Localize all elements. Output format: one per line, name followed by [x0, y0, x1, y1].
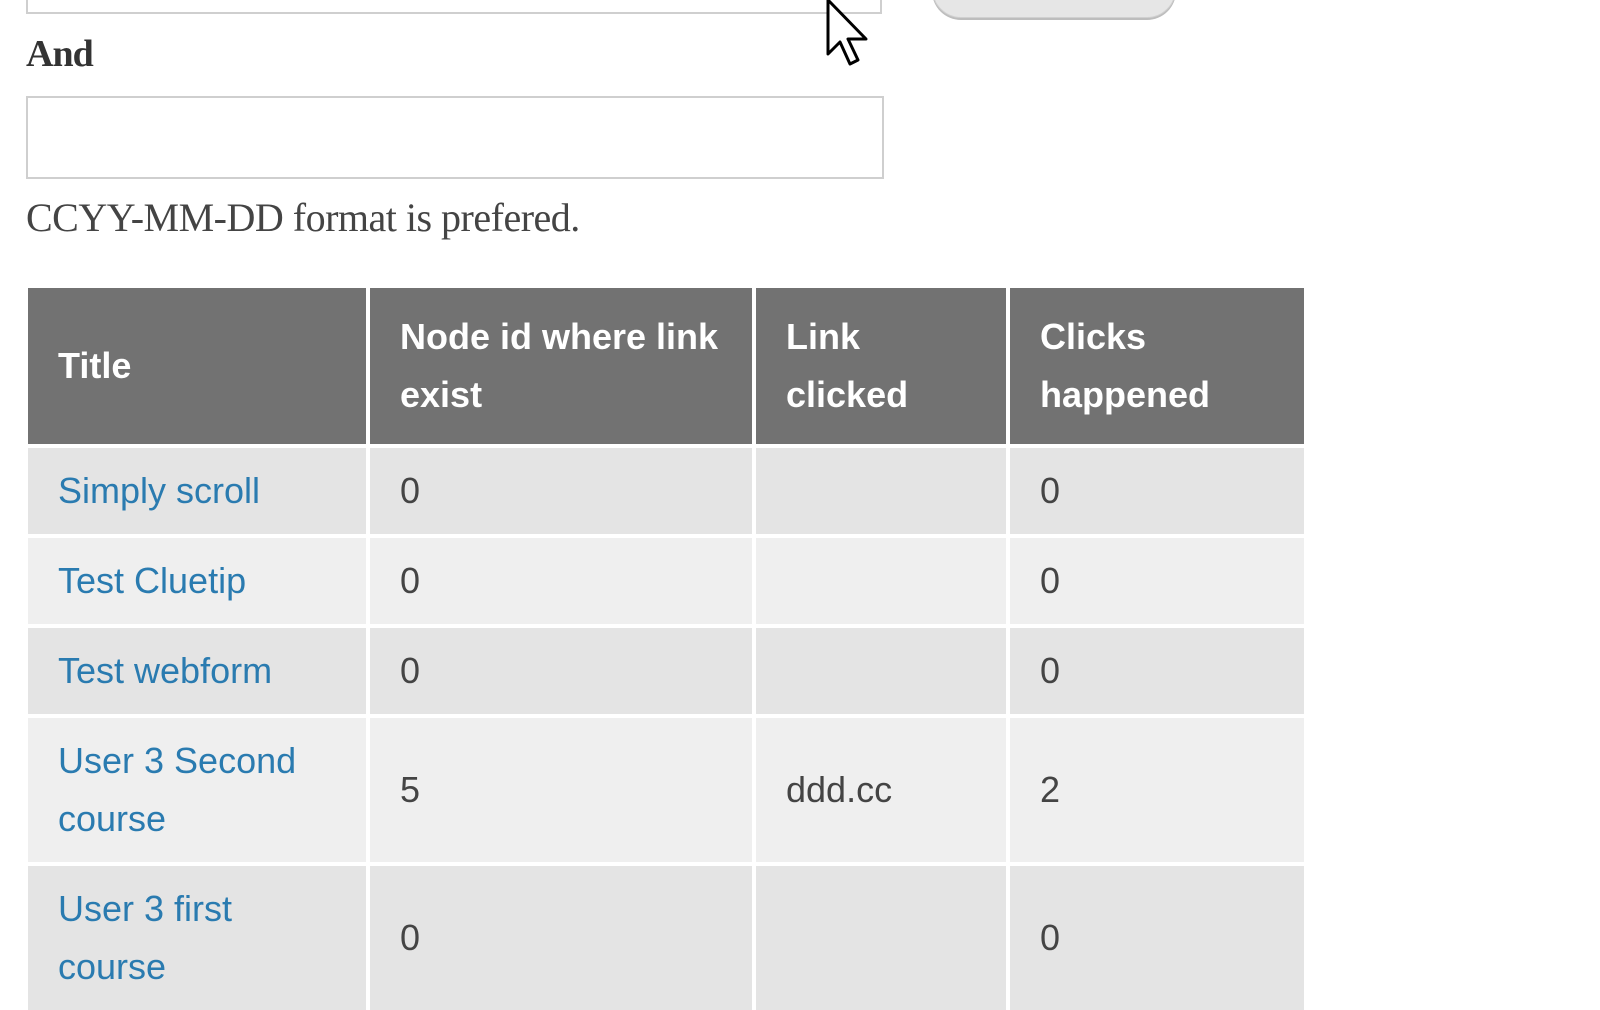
- mouse-cursor-icon: [826, 0, 868, 66]
- cell-title: User 3 Second course: [28, 714, 366, 862]
- date-to-input[interactable]: [26, 96, 884, 179]
- column-header-title[interactable]: Title: [28, 288, 366, 444]
- table-header-row: Title Node id where link exist Link clic…: [28, 288, 1304, 444]
- date-format-help: CCYY-MM-DD format is prefered.: [26, 195, 580, 240]
- cell-clicks: 0: [1010, 444, 1304, 534]
- title-link[interactable]: User 3 Second course: [58, 740, 296, 839]
- link-clicks-table: Title Node id where link exist Link clic…: [24, 288, 1308, 1010]
- title-link[interactable]: Test webform: [58, 650, 272, 691]
- table-row: Simply scroll 0 0: [28, 444, 1304, 534]
- cell-clicks: 0: [1010, 862, 1304, 1010]
- cell-clicks: 2: [1010, 714, 1304, 862]
- cell-title: Test webform: [28, 624, 366, 714]
- cell-link-clicked: [756, 862, 1006, 1010]
- column-header-node-id[interactable]: Node id where link exist: [370, 288, 752, 444]
- table-row: Test webform 0 0: [28, 624, 1304, 714]
- cell-node-id: 0: [370, 624, 752, 714]
- filter-submit-button[interactable]: [932, 0, 1176, 18]
- cell-node-id: 0: [370, 862, 752, 1010]
- cell-clicks: 0: [1010, 534, 1304, 624]
- cell-node-id: 0: [370, 444, 752, 534]
- cell-link-clicked: [756, 624, 1006, 714]
- title-link[interactable]: User 3 first course: [58, 888, 232, 987]
- cell-link-clicked: [756, 534, 1006, 624]
- column-header-link-clicked[interactable]: Link clicked: [756, 288, 1006, 444]
- title-link[interactable]: Test Cluetip: [58, 560, 246, 601]
- table-row: User 3 first course 0 0: [28, 862, 1304, 1010]
- cell-node-id: 0: [370, 534, 752, 624]
- cell-title: Simply scroll: [28, 444, 366, 534]
- cell-title: Test Cluetip: [28, 534, 366, 624]
- cell-clicks: 0: [1010, 624, 1304, 714]
- column-header-clicks[interactable]: Clicks happened: [1010, 288, 1304, 444]
- table-row: Test Cluetip 0 0: [28, 534, 1304, 624]
- cell-node-id: 5: [370, 714, 752, 862]
- date-from-input[interactable]: [26, 0, 882, 14]
- and-label: And: [26, 33, 94, 75]
- cell-link-clicked: ddd.cc: [756, 714, 1006, 862]
- table-row: User 3 Second course 5 ddd.cc 2: [28, 714, 1304, 862]
- cell-link-clicked: [756, 444, 1006, 534]
- cell-title: User 3 first course: [28, 862, 366, 1010]
- title-link[interactable]: Simply scroll: [58, 470, 260, 511]
